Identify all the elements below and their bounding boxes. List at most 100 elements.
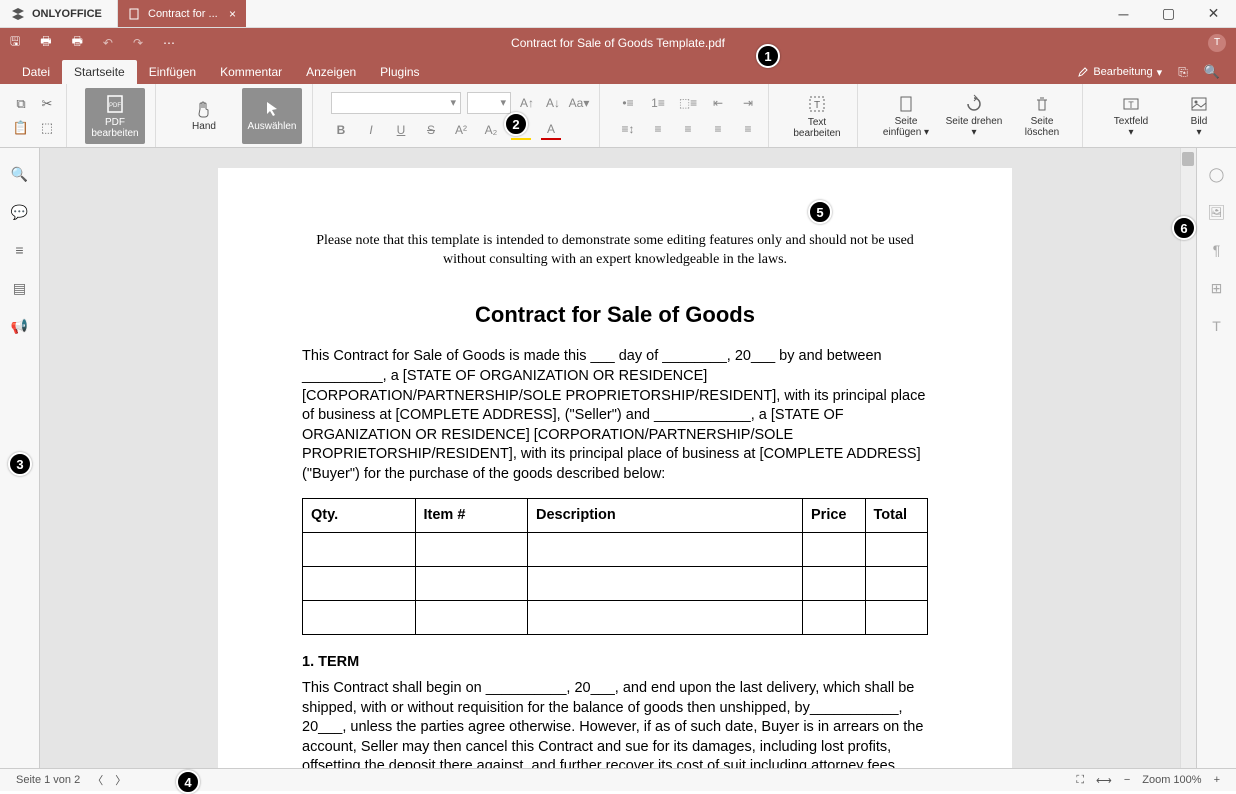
- callout-6: 6: [1172, 216, 1196, 240]
- increase-font-icon[interactable]: A↑: [517, 93, 537, 113]
- align-justify-icon[interactable]: ≡: [738, 119, 758, 139]
- superscript-icon[interactable]: A²: [451, 120, 471, 140]
- insert-page-button[interactable]: Seite einfügen ▾: [876, 88, 936, 144]
- rotate-icon: [964, 94, 984, 114]
- open-location-icon[interactable]: ⎘: [1178, 65, 1188, 80]
- document-page[interactable]: Please note that this template is intend…: [218, 168, 1012, 768]
- page-indicator[interactable]: Seite 1 von 2: [10, 774, 86, 786]
- scroll-thumb[interactable]: [1182, 152, 1194, 166]
- document-area: Please note that this template is intend…: [40, 148, 1196, 768]
- section-1-body: This Contract shall begin on __________,…: [302, 679, 928, 768]
- copy-icon[interactable]: ⧉: [12, 95, 30, 113]
- prev-page-button[interactable]: 〈: [86, 772, 109, 788]
- th-price: Price: [803, 499, 866, 533]
- close-tab-icon[interactable]: ×: [229, 7, 236, 21]
- strikethrough-icon[interactable]: S: [421, 120, 441, 140]
- textbox-button[interactable]: T Textfeld▾: [1101, 88, 1161, 144]
- font-name-select[interactable]: ▾: [331, 92, 461, 114]
- image-button[interactable]: Bild▾: [1169, 88, 1229, 144]
- save-icon[interactable]: 🖫: [10, 32, 20, 53]
- textart-settings-icon[interactable]: T: [1207, 316, 1227, 336]
- delete-page-button[interactable]: Seite löschen: [1012, 88, 1072, 144]
- italic-icon[interactable]: I: [361, 120, 381, 140]
- more-icon[interactable]: ⋯: [163, 36, 175, 50]
- callout-1: 1: [756, 44, 780, 68]
- feedback-icon[interactable]: 📢: [10, 316, 30, 336]
- font-size-select[interactable]: ▾: [467, 92, 511, 114]
- align-left-icon[interactable]: ≡: [648, 119, 668, 139]
- quick-print-icon[interactable]: 🖶: [72, 32, 83, 53]
- chevron-down-icon: ▾: [1157, 66, 1163, 79]
- edit-mode-dropdown[interactable]: Bearbeitung ▾: [1077, 66, 1162, 79]
- rotate-page-button[interactable]: Seite drehen ▾: [944, 88, 1004, 144]
- select-tool-button[interactable]: Auswählen: [242, 88, 302, 144]
- tab-datei[interactable]: Datei: [10, 60, 62, 84]
- callout-4: 4: [176, 770, 200, 794]
- search-icon[interactable]: 🔍: [1204, 64, 1220, 80]
- print-icon[interactable]: 🖶: [40, 32, 51, 53]
- bullets-icon[interactable]: •≡: [618, 93, 638, 113]
- undo-icon[interactable]: ↶: [103, 36, 113, 50]
- numbering-icon[interactable]: 1≡: [648, 93, 668, 113]
- trash-icon: [1032, 94, 1052, 114]
- user-avatar[interactable]: T: [1208, 34, 1226, 52]
- pdf-edit-label: PDF bearbeiten: [85, 117, 145, 139]
- zoom-out-button[interactable]: −: [1118, 774, 1136, 786]
- next-page-button[interactable]: 〉: [109, 772, 132, 788]
- table-row: [303, 601, 928, 635]
- decrease-indent-icon[interactable]: ⇤: [708, 93, 728, 113]
- cut-icon[interactable]: ✂: [38, 95, 56, 113]
- decrease-font-icon[interactable]: A↓: [543, 93, 563, 113]
- svg-text:T: T: [814, 100, 820, 111]
- fit-width-icon[interactable]: ⟷: [1090, 774, 1118, 787]
- select-all-icon[interactable]: ⬚: [38, 119, 56, 137]
- multilevel-icon[interactable]: ⬚≡: [678, 93, 698, 113]
- image-settings-icon[interactable]: 🖼: [1207, 202, 1227, 222]
- hand-icon: [194, 99, 214, 119]
- font-color-icon[interactable]: A: [541, 120, 561, 140]
- document-tab[interactable]: Contract for ... ×: [118, 0, 246, 27]
- table-settings-icon[interactable]: ⊞: [1207, 278, 1227, 298]
- th-item: Item #: [415, 499, 528, 533]
- tab-kommentar[interactable]: Kommentar: [208, 60, 294, 84]
- shape-settings-icon[interactable]: ◯: [1207, 164, 1227, 184]
- paste-icon[interactable]: 📋: [12, 119, 30, 137]
- th-total: Total: [865, 499, 928, 533]
- contract-title: Contract for Sale of Goods: [302, 300, 928, 330]
- svg-text:T: T: [1128, 100, 1134, 110]
- zoom-label[interactable]: Zoom 100%: [1136, 774, 1207, 786]
- textbox-icon: T: [1121, 94, 1141, 114]
- vertical-scrollbar[interactable]: [1180, 148, 1196, 768]
- page-plus-icon: [896, 94, 916, 114]
- fit-page-icon[interactable]: ⛶: [1070, 774, 1090, 787]
- redo-icon[interactable]: ↷: [133, 36, 143, 50]
- align-right-icon[interactable]: ≡: [708, 119, 728, 139]
- thumbnails-icon[interactable]: ▤: [10, 278, 30, 298]
- hand-tool-button[interactable]: Hand: [174, 88, 234, 144]
- subscript-icon[interactable]: A₂: [481, 120, 501, 140]
- callout-3: 3: [8, 452, 32, 476]
- tab-startseite[interactable]: Startseite: [62, 60, 137, 84]
- edit-text-button[interactable]: T Text bearbeiten: [787, 88, 847, 144]
- pdf-edit-button[interactable]: PDF PDF bearbeiten: [85, 88, 145, 144]
- svg-text:PDF: PDF: [109, 103, 121, 109]
- tab-einfugen[interactable]: Einfügen: [137, 60, 208, 84]
- line-spacing-icon[interactable]: ≡↕: [618, 119, 638, 139]
- underline-icon[interactable]: U: [391, 120, 411, 140]
- tab-plugins[interactable]: Plugins: [368, 60, 431, 84]
- find-icon[interactable]: 🔍: [10, 164, 30, 184]
- change-case-icon[interactable]: Aa▾: [569, 93, 589, 113]
- comments-icon[interactable]: 💬: [10, 202, 30, 222]
- bold-icon[interactable]: B: [331, 120, 351, 140]
- increase-indent-icon[interactable]: ⇥: [738, 93, 758, 113]
- headings-icon[interactable]: ≡: [10, 240, 30, 260]
- close-button[interactable]: ✕: [1191, 0, 1236, 28]
- paragraph-settings-icon[interactable]: ¶: [1207, 240, 1227, 260]
- hand-label: Hand: [192, 121, 216, 132]
- tab-anzeigen[interactable]: Anzeigen: [294, 60, 368, 84]
- maximize-button[interactable]: ▢: [1146, 0, 1191, 28]
- minimize-button[interactable]: ─: [1101, 0, 1146, 28]
- insert-page-label: Seite einfügen ▾: [876, 116, 936, 138]
- zoom-in-button[interactable]: +: [1208, 774, 1226, 786]
- align-center-icon[interactable]: ≡: [678, 119, 698, 139]
